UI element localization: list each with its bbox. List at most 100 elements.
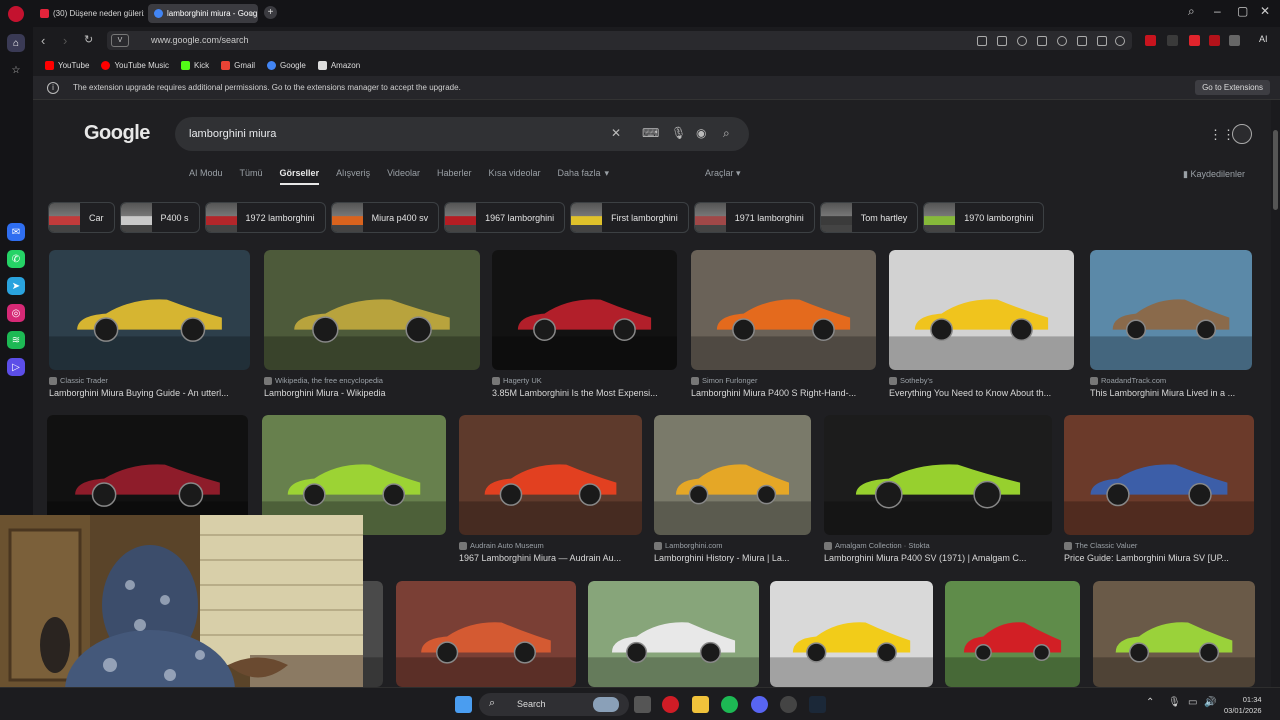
keyboard-icon[interactable]: ⌨	[642, 126, 659, 140]
search-icon[interactable]: ⌕	[723, 126, 730, 141]
extension-red-icon[interactable]	[1145, 35, 1156, 46]
result-thumbnail[interactable]	[1064, 415, 1254, 535]
spotify-icon[interactable]: ≋	[7, 331, 25, 349]
menu-icon[interactable]	[1097, 36, 1107, 46]
result-thumbnail[interactable]	[824, 415, 1052, 535]
related-chip[interactable]: First lamborghini	[570, 202, 689, 233]
image-result[interactable]	[1093, 581, 1255, 687]
result-thumbnail[interactable]	[691, 250, 876, 370]
camera-icon[interactable]	[997, 36, 1007, 46]
result-thumbnail[interactable]	[492, 250, 677, 370]
image-result[interactable]: The Classic Valuer Price Guide: Lamborghi…	[1064, 415, 1254, 571]
reload-icon[interactable]: ↻	[84, 33, 93, 46]
tab-alışveriş[interactable]: Alışveriş	[336, 168, 370, 185]
image-result[interactable]	[396, 581, 576, 687]
url-text[interactable]: www.google.com/search	[151, 35, 249, 45]
image-result[interactable]: Amalgam Collection · Stokta Lamborghini M…	[824, 415, 1052, 571]
image-result[interactable]: Wikipedia, the free encyclopedia Lamborgh…	[264, 250, 480, 406]
result-thumbnail[interactable]	[588, 581, 759, 687]
heart-icon[interactable]	[1057, 36, 1067, 46]
image-result[interactable]: Hagerty UK 3.85M Lamborghini Is the Most …	[492, 250, 677, 406]
related-chip[interactable]: P400 s	[119, 202, 200, 233]
translate-icon[interactable]	[1017, 36, 1027, 46]
result-source[interactable]: The Classic Valuer	[1064, 541, 1137, 550]
forward-icon[interactable]: ›	[63, 33, 67, 48]
result-title[interactable]: Lamborghini Miura P400 S Right-Hand-...	[691, 388, 876, 398]
close-window-icon[interactable]: ✕	[1260, 4, 1270, 18]
ai-button[interactable]: AI	[1259, 34, 1268, 44]
result-source[interactable]: Amalgam Collection · Stokta	[824, 541, 930, 550]
tab-youtube[interactable]: (30) Düşene neden güleriz	[34, 4, 144, 23]
search-input[interactable]: lamborghini miura	[189, 128, 276, 140]
instagram-icon[interactable]: ◎	[7, 304, 25, 322]
result-thumbnail[interactable]	[396, 581, 576, 687]
result-title[interactable]: Lamborghini Miura P400 SV (1971) | Amalg…	[824, 553, 1052, 563]
tab-ai-modu[interactable]: AI Modu	[189, 168, 223, 185]
scrollbar[interactable]	[1271, 100, 1280, 687]
result-title[interactable]: Everything You Need to Know About th...	[889, 388, 1074, 398]
maximize-icon[interactable]: ▢	[1237, 4, 1248, 18]
tab-haberler[interactable]: Haberler	[437, 168, 472, 185]
tab-görseller[interactable]: Görseller	[279, 168, 320, 185]
tab-google-search[interactable]: lamborghini miura - Goog ×	[148, 4, 258, 23]
result-thumbnail[interactable]	[459, 415, 642, 535]
result-title[interactable]: Lamborghini Miura Buying Guide - An utte…	[49, 388, 250, 398]
tab-tümü[interactable]: Tümü	[240, 168, 263, 185]
network-icon[interactable]: ▭	[1188, 697, 1197, 708]
tools-menu[interactable]: Araçlar ▾	[705, 168, 741, 179]
image-result[interactable]: Simon Furlonger Lamborghini Miura P400 S …	[691, 250, 876, 406]
volume-icon[interactable]: 🔊	[1204, 697, 1216, 708]
tab-daha-fazla[interactable]: Daha fazla	[558, 168, 601, 185]
result-source[interactable]: Hagerty UK	[492, 376, 542, 385]
image-result[interactable]	[770, 581, 933, 687]
tab-videolar[interactable]: Videolar	[387, 168, 420, 185]
url-field[interactable]: V www.google.com/search	[107, 31, 1132, 50]
discord-icon[interactable]	[751, 696, 768, 713]
vpn-badge[interactable]: V	[111, 34, 129, 47]
close-tab-icon[interactable]: ×	[249, 9, 254, 19]
telegram-icon[interactable]: ➤	[7, 277, 25, 295]
microphone-tray-icon[interactable]: 🎙	[1168, 697, 1181, 708]
result-thumbnail[interactable]	[49, 250, 250, 370]
result-thumbnail[interactable]	[264, 250, 480, 370]
avatar[interactable]	[1232, 124, 1252, 144]
scrollbar-thumb[interactable]	[1273, 130, 1278, 210]
search-box[interactable]: lamborghini miura ✕ ⌨ 🎙 ◉ ⌕	[175, 117, 749, 151]
related-chip[interactable]: Miura p400 sv	[330, 202, 440, 233]
result-source[interactable]: Sotheby's	[889, 376, 933, 385]
google-logo[interactable]: Google	[84, 122, 150, 145]
related-chip[interactable]: 1970 lamborghini	[923, 202, 1045, 233]
lens-icon[interactable]: ◉	[696, 126, 706, 140]
result-thumbnail[interactable]	[945, 581, 1080, 687]
extension-dark-icon[interactable]	[1167, 35, 1178, 46]
image-result[interactable]: Classic Trader Lamborghini Miura Buying G…	[49, 250, 250, 406]
home-icon[interactable]: ⌂	[7, 34, 25, 52]
related-chip[interactable]: 1967 lamborghini	[444, 202, 566, 233]
file-explorer-icon[interactable]	[692, 696, 709, 713]
related-chip[interactable]: Car	[48, 202, 115, 233]
result-title[interactable]: 1967 Lamborghini Miura — Audrain Au...	[459, 553, 642, 563]
related-chip[interactable]: 1972 lamborghini	[204, 202, 326, 233]
result-thumbnail[interactable]	[1090, 250, 1252, 370]
task-view-icon[interactable]	[634, 696, 651, 713]
result-source[interactable]: Lamborghini.com	[654, 541, 723, 550]
bookmark-amazon[interactable]: Amazon	[317, 60, 360, 70]
new-tab-button[interactable]: +	[264, 6, 277, 19]
image-result[interactable]: Sotheby's Everything You Need to Know Abo…	[889, 250, 1074, 406]
extensions-icon[interactable]	[1229, 35, 1240, 46]
related-chip[interactable]: 1971 lamborghini	[693, 202, 815, 233]
bookmark-gmail[interactable]: Gmail	[221, 60, 255, 70]
clear-icon[interactable]: ✕	[611, 126, 621, 140]
spotify-taskbar-icon[interactable]	[721, 696, 738, 713]
result-thumbnail[interactable]	[889, 250, 1074, 370]
tray-overflow-icon[interactable]: ⌃	[1146, 697, 1154, 708]
download-icon[interactable]	[1077, 36, 1087, 46]
result-thumbnail[interactable]	[1093, 581, 1255, 687]
bookmark-youtube[interactable]: YouTube	[45, 60, 89, 70]
image-result[interactable]: Lamborghini.com Lamborghini History - Miu…	[654, 415, 811, 571]
image-result[interactable]: Audrain Auto Museum 1967 Lamborghini Miur…	[459, 415, 642, 571]
bookmark-youtube-music[interactable]: YouTube Music	[101, 60, 169, 70]
image-result[interactable]	[588, 581, 759, 687]
image-result[interactable]: RoadandTrack.com This Lamborghini Miura L…	[1090, 250, 1252, 406]
result-source[interactable]: RoadandTrack.com	[1090, 376, 1166, 385]
